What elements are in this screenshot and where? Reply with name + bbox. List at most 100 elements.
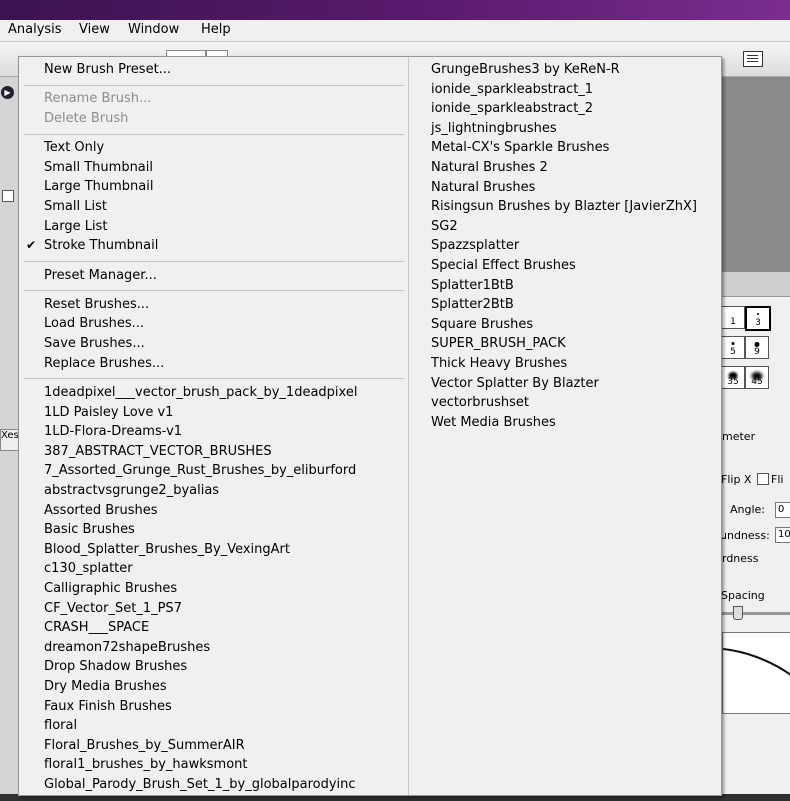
roundness-label: undness: <box>720 529 770 542</box>
play-arrow-icon[interactable]: ▶ <box>1 86 14 99</box>
spacing-label: Spacing <box>721 589 765 602</box>
menu-item[interactable]: 1LD-Flora-Dreams-v1 <box>44 423 182 441</box>
menu-item[interactable]: c130_splatter <box>44 560 133 578</box>
menu-item[interactable]: Drop Shadow Brushes <box>44 658 187 676</box>
menu-item[interactable]: Risingsun Brushes by Blazter [JavierZhX] <box>431 198 697 216</box>
menu-view[interactable]: View <box>75 22 114 37</box>
menu-item[interactable]: Dry Media Brushes <box>44 678 167 696</box>
menu-separator <box>24 290 404 292</box>
brush-dot-icon <box>731 342 735 345</box>
menu-item[interactable]: SG2 <box>431 218 458 236</box>
menu-item[interactable]: floral <box>44 717 77 735</box>
angle-input[interactable]: 0 <box>775 502 790 518</box>
menu-separator <box>24 260 404 262</box>
menu-item[interactable]: dreamon72shapeBrushes <box>44 639 210 657</box>
menu-item[interactable]: CF_Vector_Set_1_PS7 <box>44 600 182 618</box>
menu-item[interactable]: js_lightningbrushes <box>431 120 557 138</box>
menu-window[interactable]: Window <box>124 22 183 37</box>
menu-item[interactable]: Global_Parody_Brush_Set_1_by_globalparod… <box>44 776 356 794</box>
menu-item[interactable]: Text Only <box>44 139 104 157</box>
menu-item[interactable]: Replace Brushes... <box>44 355 164 373</box>
menu-item[interactable]: abstractvsgrunge2_byalias <box>44 482 219 500</box>
menu-item: Rename Brush... <box>44 91 152 107</box>
menu-item[interactable]: Blood_Splatter_Brushes_By_VexingArt <box>44 541 290 559</box>
roundness-input[interactable]: 10 <box>775 527 790 543</box>
palette-well-icon[interactable] <box>743 51 763 67</box>
menu-separator <box>24 378 404 380</box>
menu-item[interactable]: Basic Brushes <box>44 521 135 539</box>
menu-item[interactable]: Natural Brushes <box>431 179 535 197</box>
title-bar <box>0 0 790 20</box>
menu-bar: Analysis View Window Help <box>0 20 790 42</box>
brush-dot-icon <box>757 313 759 315</box>
menu-item[interactable]: Faux Finish Brushes <box>44 698 172 716</box>
brush-tip-35[interactable]: 35 <box>721 366 745 389</box>
menu-item[interactable]: Splatter1BtB <box>431 277 514 295</box>
menu-item[interactable]: 1deadpixel___vector_brush_pack_by_1deadp… <box>44 384 357 402</box>
menu-item: Delete Brush <box>44 110 129 126</box>
brush-tip-45[interactable]: 45 <box>745 366 769 389</box>
menu-item[interactable]: vectorbrushset <box>431 394 529 412</box>
brush-dot-icon <box>754 342 760 347</box>
brush-tip-size: 9 <box>754 347 760 357</box>
menu-item[interactable]: Spazzsplatter <box>431 237 519 255</box>
menu-item[interactable]: Vector Splatter By Blazter <box>431 375 599 393</box>
stroke-preview <box>722 632 790 714</box>
menu-separator <box>24 84 404 86</box>
menu-item[interactable]: Splatter2BtB <box>431 296 514 314</box>
brush-dot-icon <box>751 372 763 380</box>
menu-item[interactable]: Metal-CX's Sparkle Brushes <box>431 139 609 157</box>
left-panel-strip: ▶ Xes <box>0 77 20 801</box>
menu-item[interactable]: New Brush Preset... <box>44 61 171 79</box>
menu-item[interactable]: Large Thumbnail <box>44 178 153 196</box>
menu-item[interactable]: floral1_brushes_by_hawksmont <box>44 756 248 774</box>
menu-item[interactable]: Small List <box>44 198 107 216</box>
menu-item[interactable]: 1LD Paisley Love v1 <box>44 404 173 422</box>
angle-label: Angle: <box>730 503 766 516</box>
menu-item[interactable]: Square Brushes <box>431 316 533 334</box>
square-icon[interactable] <box>2 190 14 202</box>
menu-item[interactable]: Thick Heavy Brushes <box>431 355 567 373</box>
menu-item[interactable]: Special Effect Brushes <box>431 257 576 275</box>
menu-item[interactable]: GrungeBrushes3 by KeReN-R <box>431 61 620 79</box>
brush-tip-1[interactable]: 1 <box>721 306 745 329</box>
menu-item[interactable]: Save Brushes... <box>44 335 145 353</box>
diameter-label: meter <box>722 430 756 443</box>
checkmark-icon: ✔ <box>26 238 37 253</box>
menu-item[interactable]: 387_ABSTRACT_VECTOR_BRUSHES <box>44 443 272 461</box>
menu-item[interactable]: Floral_Brushes_by_SummerAIR <box>44 737 245 755</box>
flip-y-checkbox[interactable] <box>757 473 769 485</box>
menu-help[interactable]: Help <box>197 22 235 37</box>
stroke-preview-curve <box>722 648 790 676</box>
brush-panel-menu: New Brush Preset... Rename Brush... Delete… <box>18 56 722 796</box>
brush-dot-icon <box>728 372 738 379</box>
menu-item[interactable]: Small Thumbnail <box>44 159 153 177</box>
menu-item[interactable]: Calligraphic Brushes <box>44 580 177 598</box>
side-tab[interactable]: Xes <box>0 429 20 451</box>
brush-tip-5[interactable]: 5 <box>721 336 745 359</box>
brush-tip-size: 3 <box>755 318 761 328</box>
brush-tip-9[interactable]: 9 <box>745 336 769 359</box>
menu-item[interactable]: Natural Brushes 2 <box>431 159 548 177</box>
menu-item[interactable]: Assorted Brushes <box>44 502 158 520</box>
menu-column-2: GrungeBrushes3 by KeReN-R ionide_sparklea… <box>408 57 721 795</box>
menu-item[interactable]: Large List <box>44 218 107 236</box>
menu-analysis[interactable]: Analysis <box>4 22 66 37</box>
menu-item[interactable]: Stroke Thumbnail <box>44 237 158 255</box>
menu-item[interactable]: ionide_sparkleabstract_2 <box>431 100 593 118</box>
brush-tip-size: 5 <box>730 347 736 357</box>
menu-column-1: New Brush Preset... Rename Brush... Delete… <box>20 57 407 795</box>
flip-x-label: Flip X <box>721 473 752 486</box>
brush-tip-size: 1 <box>730 317 736 327</box>
spacing-slider-thumb[interactable] <box>733 606 743 620</box>
menu-item[interactable]: CRASH___SPACE <box>44 619 149 637</box>
menu-item[interactable]: Preset Manager... <box>44 267 157 285</box>
menu-item[interactable]: Load Brushes... <box>44 315 144 333</box>
menu-item[interactable]: SUPER_BRUSH_PACK <box>431 335 566 353</box>
menu-item[interactable]: Reset Brushes... <box>44 296 149 314</box>
brush-tip-3[interactable]: 3 <box>745 306 771 331</box>
menu-item[interactable]: Wet Media Brushes <box>431 414 556 432</box>
menu-item[interactable]: 7_Assorted_Grunge_Rust_Brushes_by_elibur… <box>44 462 356 480</box>
hardness-label: rdness <box>722 552 759 565</box>
menu-item[interactable]: ionide_sparkleabstract_1 <box>431 81 593 99</box>
